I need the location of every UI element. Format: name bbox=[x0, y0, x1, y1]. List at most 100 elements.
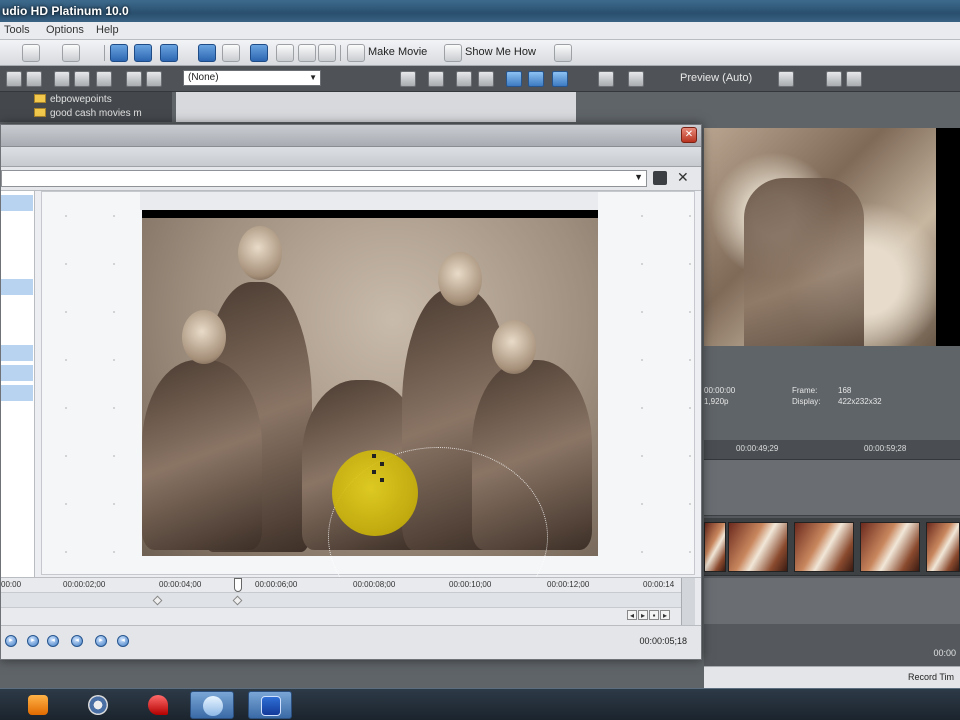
whats-this-icon[interactable] bbox=[554, 44, 572, 62]
redo-icon[interactable] bbox=[62, 44, 80, 62]
ruler-tick: 00:00:14 bbox=[643, 580, 675, 589]
taskbar-app[interactable] bbox=[136, 691, 180, 719]
effects-filter-select[interactable]: (None) ▼ bbox=[183, 70, 321, 86]
views-icon[interactable] bbox=[96, 71, 112, 87]
clip-thumbnail[interactable] bbox=[926, 522, 960, 572]
taskbar-app[interactable] bbox=[76, 691, 120, 719]
focus-marker bbox=[380, 462, 384, 466]
snapping-icon[interactable] bbox=[250, 44, 268, 62]
crop-focus-handle[interactable] bbox=[332, 450, 418, 536]
first-keyframe-icon[interactable]: ▸ bbox=[5, 635, 17, 647]
clip-thumbnail[interactable] bbox=[860, 522, 920, 572]
effect-chain-icon[interactable] bbox=[456, 71, 472, 87]
ruler-tick: 00:00:08;00 bbox=[353, 580, 396, 589]
save-preset-icon[interactable] bbox=[400, 71, 416, 87]
taskbar-app-active[interactable] bbox=[248, 691, 292, 719]
save-snapshot-icon[interactable] bbox=[846, 71, 862, 87]
next-keyframe-icon[interactable]: ▸ bbox=[95, 635, 107, 647]
preview-quality-dropdown[interactable]: Preview (Auto) bbox=[680, 72, 752, 84]
timeline-track-audio[interactable] bbox=[704, 460, 960, 516]
new-folder-icon[interactable] bbox=[54, 71, 70, 87]
play-icon[interactable]: ▸ bbox=[27, 635, 39, 647]
undo-icon[interactable] bbox=[22, 44, 40, 62]
zoom-tool-icon[interactable] bbox=[198, 44, 216, 62]
delete-preset-icon[interactable]: ✕ bbox=[677, 169, 689, 186]
ignore-grouping-icon[interactable] bbox=[298, 44, 316, 62]
save-preset-icon[interactable] bbox=[653, 171, 667, 185]
timeline-track-video[interactable] bbox=[704, 518, 960, 576]
effect-bypass-icon[interactable] bbox=[478, 71, 494, 87]
timeline-track-empty[interactable] bbox=[704, 578, 960, 624]
keyframe-track[interactable] bbox=[1, 592, 681, 608]
clip-thumbnail[interactable] bbox=[794, 522, 854, 572]
window-titlebar[interactable]: udio HD Platinum 10.0 bbox=[0, 0, 960, 22]
search-icon[interactable] bbox=[318, 44, 336, 62]
property-row[interactable] bbox=[1, 345, 33, 361]
list-view-icon[interactable] bbox=[552, 71, 568, 87]
focus-marker bbox=[380, 478, 384, 482]
explorer-folder-item[interactable]: ebpowepoints bbox=[34, 94, 164, 107]
help-icon[interactable] bbox=[444, 44, 462, 62]
property-row[interactable] bbox=[1, 195, 33, 211]
explorer-folder-label: good cash movies m bbox=[50, 108, 142, 119]
folder-icon bbox=[34, 108, 46, 117]
large-icons-view-icon[interactable] bbox=[506, 71, 522, 87]
make-movie-button[interactable]: Make Movie bbox=[368, 46, 427, 58]
selection-tool-icon[interactable] bbox=[160, 44, 178, 62]
envelope-tool-icon[interactable] bbox=[134, 44, 152, 62]
delete-icon[interactable] bbox=[74, 71, 90, 87]
taskbar-app-active[interactable] bbox=[190, 691, 234, 719]
menu-options[interactable]: Options bbox=[46, 24, 84, 36]
keyframe-ruler[interactable]: 00:00 00:00:02;00 00:00:04;00 00:00:06;0… bbox=[1, 578, 681, 592]
keyframe-marker[interactable] bbox=[232, 595, 243, 606]
clip-thumbnail[interactable] bbox=[728, 522, 788, 572]
copy-snapshot-icon[interactable] bbox=[826, 71, 842, 87]
keyframe-marker[interactable] bbox=[152, 595, 163, 606]
make-movie-icon[interactable] bbox=[347, 44, 365, 62]
menu-tools[interactable]: Tools bbox=[4, 24, 30, 36]
normal-edit-tool-icon[interactable] bbox=[110, 44, 128, 62]
focus-marker bbox=[372, 470, 376, 474]
timeline-ruler[interactable]: 00:00:49;29 00:00:59;28 bbox=[704, 440, 960, 460]
auto-ripple-icon[interactable] bbox=[222, 44, 240, 62]
menu-help[interactable]: Help bbox=[96, 24, 119, 36]
ruler-tick: 00:00:04;00 bbox=[159, 580, 202, 589]
show-me-how-button[interactable]: Show Me How bbox=[465, 46, 536, 58]
property-row[interactable] bbox=[1, 279, 33, 295]
lock-envelopes-icon[interactable] bbox=[276, 44, 294, 62]
property-row[interactable] bbox=[1, 385, 33, 401]
refresh-icon[interactable] bbox=[26, 71, 42, 87]
pan-crop-dialog: ✕ ▼ ✕ 00:00 00:00:02;00 00:00:04;00 00:0… bbox=[0, 124, 702, 660]
preview-info-left-bottom: 1,920p bbox=[704, 397, 729, 406]
focus-marker bbox=[372, 454, 376, 458]
playhead-cursor[interactable] bbox=[234, 578, 242, 592]
start-preview-icon[interactable] bbox=[126, 71, 142, 87]
delete-preset-icon[interactable] bbox=[428, 71, 444, 87]
zoom-out-icon[interactable]: ▸ bbox=[660, 610, 670, 620]
pan-crop-workspace[interactable] bbox=[41, 191, 695, 627]
record-time-label: Record Tim bbox=[907, 672, 954, 682]
taskbar-app[interactable] bbox=[16, 691, 60, 719]
dialog-transport-bar: ▸ ▸ ◂ ◂ ▸ ◂ 00:00:05;18 bbox=[1, 625, 701, 659]
windows-taskbar bbox=[0, 688, 960, 720]
external-monitor-icon[interactable] bbox=[628, 71, 644, 87]
last-keyframe-icon[interactable]: ◂ bbox=[117, 635, 129, 647]
video-output-fx-icon[interactable] bbox=[598, 71, 614, 87]
dialog-titlebar[interactable]: ✕ bbox=[1, 125, 701, 147]
stop-preview-icon[interactable] bbox=[146, 71, 162, 87]
timeline-zoom-controls: ◂ ▸ ▪ ▸ bbox=[627, 610, 671, 620]
folder-up-icon[interactable] bbox=[6, 71, 22, 87]
preset-select[interactable]: ▼ bbox=[1, 170, 647, 187]
prev-keyframe-icon[interactable]: ◂ bbox=[47, 635, 59, 647]
explorer-icon bbox=[203, 696, 223, 716]
close-icon[interactable]: ✕ bbox=[681, 127, 697, 143]
small-icons-view-icon[interactable] bbox=[528, 71, 544, 87]
clip-thumbnail[interactable] bbox=[704, 522, 726, 572]
scroll-left-icon[interactable]: ◂ bbox=[627, 610, 637, 620]
prev-frame-icon[interactable]: ◂ bbox=[71, 635, 83, 647]
explorer-folder-item[interactable]: good cash movies m bbox=[34, 108, 164, 121]
overlays-icon[interactable] bbox=[778, 71, 794, 87]
zoom-in-icon[interactable]: ▪ bbox=[649, 610, 659, 620]
scroll-right-icon[interactable]: ▸ bbox=[638, 610, 648, 620]
property-row[interactable] bbox=[1, 365, 33, 381]
